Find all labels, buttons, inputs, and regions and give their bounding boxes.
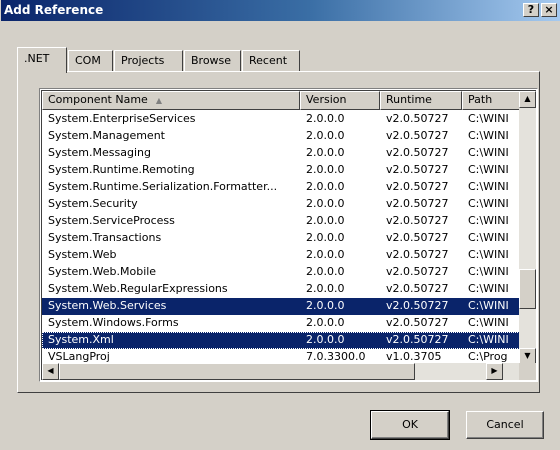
list-item[interactable]: System.Web 2.0.0.0 v2.0.50727 C:\WINI (42, 247, 522, 264)
vertical-scroll-thumb[interactable] (519, 269, 536, 309)
runtime-cell: v2.0.50727 (386, 180, 449, 193)
runtime-cell: v2.0.50727 (386, 316, 449, 329)
version-cell: 2.0.0.0 (306, 129, 345, 142)
path-cell: C:\WINI (468, 316, 509, 329)
version-cell: 2.0.0.0 (306, 316, 345, 329)
list-item[interactable]: System.Runtime.Remoting 2.0.0.0 v2.0.50727… (42, 162, 522, 179)
component-name-cell: System.Transactions (48, 231, 162, 244)
component-name-cell: System.Web.Services (48, 299, 167, 312)
list-item[interactable]: System.Management 2.0.0.0 v2.0.50727 C:\WIN… (42, 128, 522, 145)
version-cell: 2.0.0.0 (306, 163, 345, 176)
list-item[interactable]: System.Messaging 2.0.0.0 v2.0.50727 C:\WINI (42, 145, 522, 162)
tab-com[interactable]: COM (68, 50, 113, 71)
version-cell: 2.0.0.0 (306, 333, 345, 346)
horizontal-scrollbar[interactable]: ◀ ▶ (42, 363, 520, 380)
component-list[interactable]: Component Name ▲ Version Runtime Path Sys… (39, 88, 538, 382)
component-name-cell: System.Web (48, 248, 117, 261)
tab-recent[interactable]: Recent (242, 50, 300, 71)
list-item[interactable]: System.Web.Services 2.0.0.0 v2.0.50727 C:\W… (42, 298, 522, 315)
list-item[interactable]: System.Windows.Forms 2.0.0.0 v2.0.50727 C:\… (42, 315, 522, 332)
window-title: Add Reference (4, 3, 104, 17)
ok-button[interactable]: OK (370, 410, 450, 440)
component-name-cell: System.EnterpriseServices (48, 112, 196, 125)
path-cell: C:\WINI (468, 214, 509, 227)
runtime-cell: v2.0.50727 (386, 299, 449, 312)
sort-ascending-icon: ▲ (155, 96, 162, 105)
path-cell: C:\WINI (468, 282, 509, 295)
runtime-cell: v2.0.50727 (386, 163, 449, 176)
component-name-cell: System.Web.RegularExpressions (48, 282, 228, 295)
list-header: Component Name ▲ Version Runtime Path (42, 91, 522, 110)
scroll-up-icon[interactable]: ▲ (519, 91, 536, 108)
version-cell: 2.0.0.0 (306, 112, 345, 125)
runtime-cell: v2.0.50727 (386, 197, 449, 210)
path-cell: C:\WINI (468, 248, 509, 261)
tab-browse[interactable]: Browse (184, 50, 241, 71)
runtime-cell: v2.0.50727 (386, 146, 449, 159)
close-button[interactable]: × (541, 3, 557, 17)
component-name-cell: System.Management (48, 129, 165, 142)
path-cell: C:\WINI (468, 197, 509, 210)
title-bar[interactable]: Add Reference ? × (1, 0, 560, 21)
horizontal-scroll-thumb[interactable] (59, 363, 415, 380)
version-cell: 2.0.0.0 (306, 248, 345, 261)
path-cell: C:\WINI (468, 265, 509, 278)
runtime-cell: v2.0.50727 (386, 333, 449, 346)
path-cell: C:\WINI (468, 231, 509, 244)
path-cell: C:\WINI (468, 180, 509, 193)
runtime-cell: v2.0.50727 (386, 112, 449, 125)
list-item[interactable]: System.Security 2.0.0.0 v2.0.50727 C:\WINI (42, 196, 522, 213)
component-name-cell: System.Runtime.Serialization.Formatter..… (48, 180, 278, 193)
component-name-cell: System.Xml (48, 333, 114, 346)
runtime-cell: v2.0.50727 (386, 214, 449, 227)
path-cell: C:\WINI (468, 129, 509, 142)
path-cell: C:\WINI (468, 333, 509, 346)
runtime-cell: v2.0.50727 (386, 129, 449, 142)
list-item[interactable]: System.Runtime.Serialization.Formatter..… (42, 179, 522, 196)
scroll-right-icon[interactable]: ▶ (486, 363, 503, 380)
list-item[interactable]: System.Web.RegularExpressions 2.0.0.0 v2.0… (42, 281, 522, 298)
runtime-cell: v2.0.50727 (386, 248, 449, 261)
version-cell: 2.0.0.0 (306, 282, 345, 295)
version-cell: 2.0.0.0 (306, 214, 345, 227)
path-cell: C:\WINI (468, 299, 509, 312)
list-item[interactable]: System.Xml 2.0.0.0 v2.0.50727 C:\WINI (42, 332, 522, 349)
version-cell: 2.0.0.0 (306, 180, 345, 193)
version-cell: 2.0.0.0 (306, 146, 345, 159)
component-name-cell: System.ServiceProcess (48, 214, 175, 227)
version-cell: 2.0.0.0 (306, 231, 345, 244)
runtime-cell: v2.0.50727 (386, 231, 449, 244)
cancel-button[interactable]: Cancel (466, 411, 544, 439)
tab-dotnet[interactable]: .NET (17, 47, 67, 73)
component-name-cell: System.Security (48, 197, 138, 210)
path-cell: C:\WINI (468, 163, 509, 176)
version-cell: 2.0.0.0 (306, 197, 345, 210)
scroll-left-icon[interactable]: ◀ (42, 363, 59, 380)
version-cell: 2.0.0.0 (306, 299, 345, 312)
list-item[interactable]: System.ServiceProcess 2.0.0.0 v2.0.50727 C:… (42, 213, 522, 230)
runtime-cell: v2.0.50727 (386, 265, 449, 278)
column-header-runtime[interactable]: Runtime (380, 91, 462, 110)
component-name-cell: System.Runtime.Remoting (48, 163, 195, 176)
list-item[interactable]: System.Transactions 2.0.0.0 v2.0.50727 C:\W… (42, 230, 522, 247)
column-header-path[interactable]: Path (462, 91, 522, 110)
list-item[interactable]: System.EnterpriseServices 2.0.0.0 v2.0.507… (42, 111, 522, 128)
component-name-cell: System.Windows.Forms (48, 316, 179, 329)
component-name-cell: System.Web.Mobile (48, 265, 157, 278)
scroll-corner (519, 363, 536, 380)
component-name-cell: System.Messaging (48, 146, 151, 159)
path-cell: C:\WINI (468, 146, 509, 159)
list-item[interactable]: System.Web.Mobile 2.0.0.0 v2.0.50727 C:\WIN… (42, 264, 522, 281)
vertical-scrollbar[interactable]: ▲ ▼ (519, 91, 536, 365)
column-header-version[interactable]: Version (300, 91, 380, 110)
column-header-label: Component Name (48, 93, 148, 106)
runtime-cell: v2.0.50727 (386, 282, 449, 295)
column-header-component-name[interactable]: Component Name ▲ (42, 91, 300, 110)
tab-projects[interactable]: Projects (114, 50, 183, 71)
version-cell: 2.0.0.0 (306, 265, 345, 278)
path-cell: C:\WINI (468, 112, 509, 125)
help-button[interactable]: ? (523, 3, 539, 17)
add-reference-dialog: Add Reference ? × .NET COM Projects Brow… (0, 0, 560, 450)
